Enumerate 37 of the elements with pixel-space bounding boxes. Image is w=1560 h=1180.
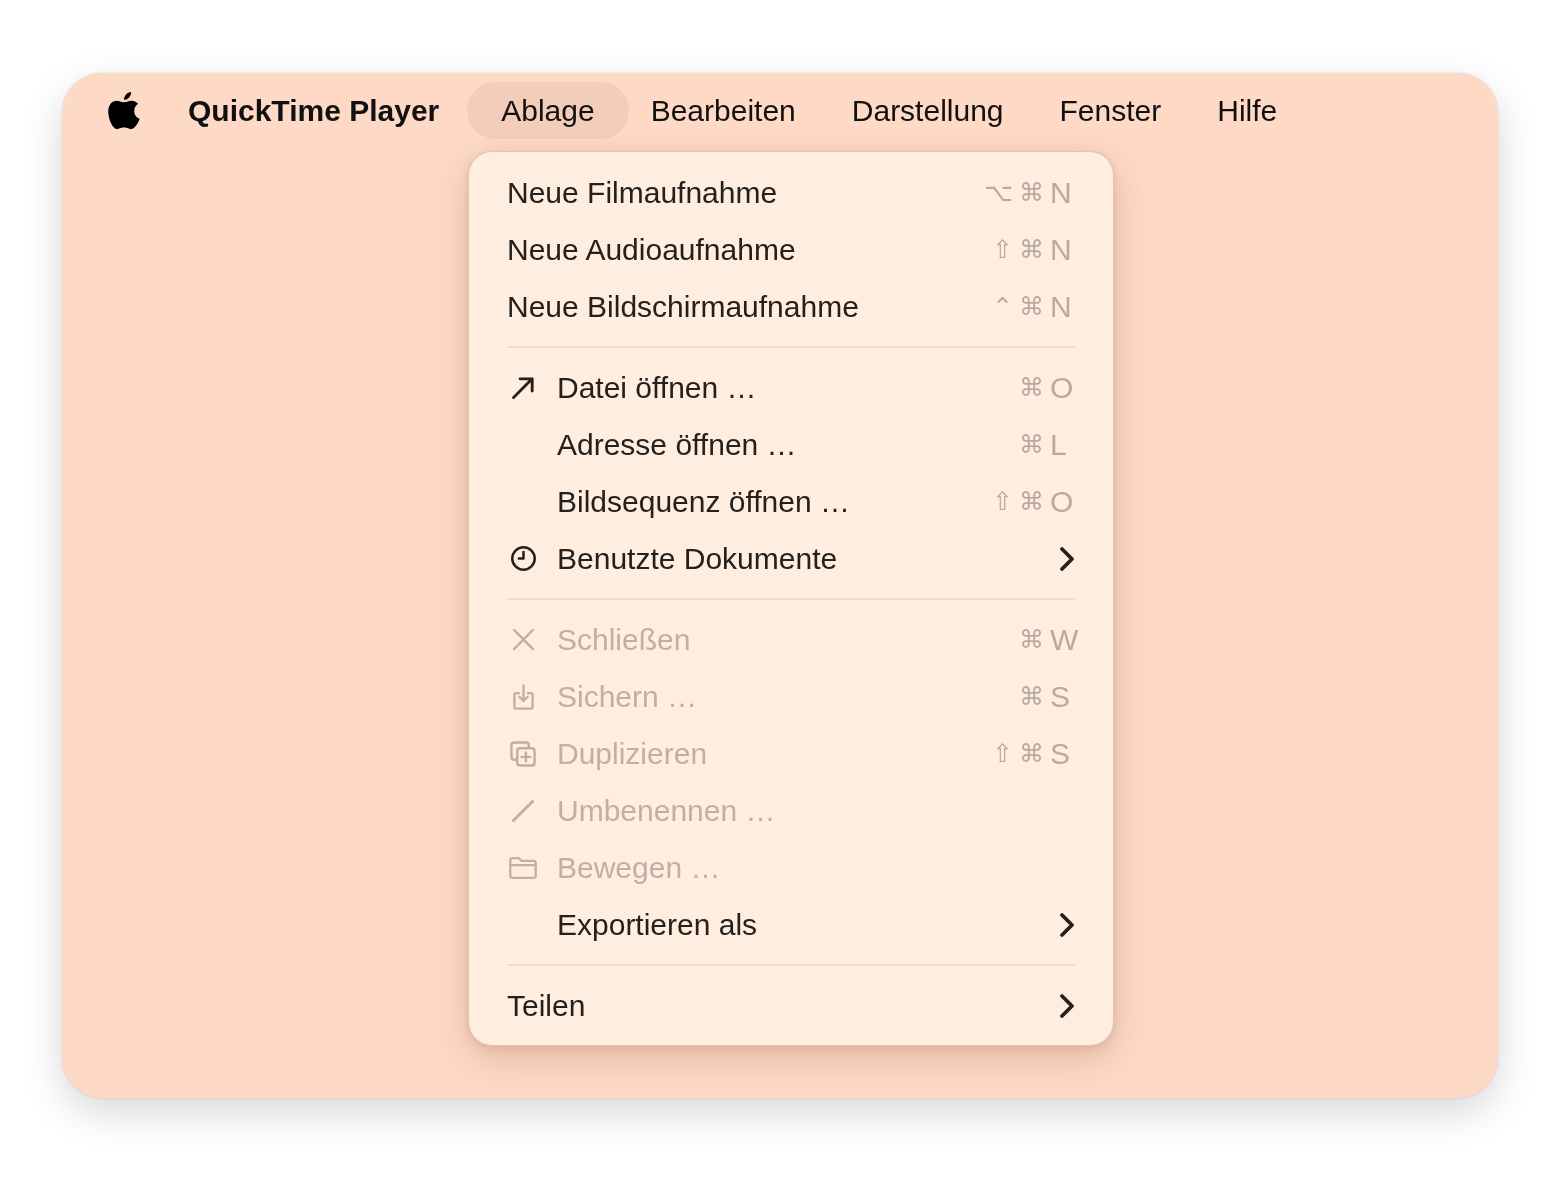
shortcut-key: N xyxy=(1050,175,1078,210)
menu-item[interactable]: Neue Audioaufnahme ⇧⌘N xyxy=(469,221,1113,278)
menu-bar-item[interactable]: Ablage xyxy=(467,82,629,139)
shortcut-key: L xyxy=(1050,427,1078,462)
tray-download-icon xyxy=(512,683,534,710)
menu-item[interactable]: Exportieren als xyxy=(469,896,1113,953)
menu-item[interactable]: Adresse öffnen … ⌘L xyxy=(469,416,1113,473)
close-icon xyxy=(512,629,534,650)
menu-item[interactable]: Bildsequenz öffnen … ⇧⌘O xyxy=(469,473,1113,530)
apple-icon[interactable] xyxy=(108,92,140,129)
modifier-keys: ⌘ xyxy=(1019,682,1050,711)
app-menu[interactable]: QuickTime Player xyxy=(188,93,440,128)
shortcut-key: N xyxy=(1050,289,1078,324)
shortcut-key: W xyxy=(1050,622,1078,657)
folder-icon xyxy=(509,856,537,879)
modifier-keys: ⌥⌘ xyxy=(984,178,1050,207)
duplicate-icon xyxy=(510,740,536,767)
shortcut-key: O xyxy=(1050,370,1078,405)
modifier-keys: ⌘ xyxy=(1019,625,1050,654)
shortcut-key: S xyxy=(1050,736,1078,771)
menu-item[interactable]: Neue Filmaufnahme ⌥⌘N xyxy=(469,164,1113,221)
modifier-keys: ⌘ xyxy=(1019,373,1050,402)
modifier-keys: ⌃⌘ xyxy=(992,292,1050,321)
modifier-keys: ⇧⌘ xyxy=(992,739,1050,768)
pencil-icon xyxy=(512,799,534,822)
modifier-keys: ⇧⌘ xyxy=(992,235,1050,264)
shortcut-key: N xyxy=(1050,232,1078,267)
shortcut-key: O xyxy=(1050,484,1078,519)
modifier-keys: ⌘ xyxy=(1019,430,1050,459)
modifier-keys: ⇧⌘ xyxy=(992,487,1050,516)
shortcut-key: S xyxy=(1050,679,1078,714)
menu-item[interactable]: Benutzte Dokumente xyxy=(469,530,1113,587)
menu-item[interactable]: Teilen xyxy=(469,977,1113,1034)
menu-item[interactable]: Neue Bildschirmaufnahme ⌃⌘N xyxy=(469,278,1113,335)
menu-item[interactable]: Datei öffnen … ⌘O xyxy=(469,359,1113,416)
arrow-up-right-icon xyxy=(512,376,534,399)
clock-icon xyxy=(510,546,536,571)
